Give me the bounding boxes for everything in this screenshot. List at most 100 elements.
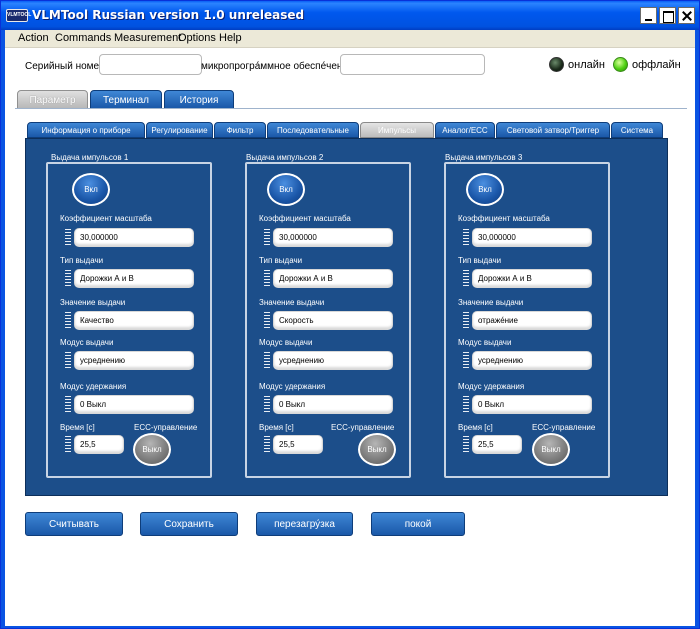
pulse-2-mode-label: Модус выдачи bbox=[259, 338, 313, 347]
pulse-2-value-field[interactable]: Скорость bbox=[273, 311, 393, 330]
pulse-3-mode-label: Модус выдачи bbox=[458, 338, 512, 347]
pulse-2-hold-label: Модус удержания bbox=[259, 382, 326, 391]
pulse-3-hold-field[interactable]: 0 Выкл bbox=[472, 395, 592, 414]
pulse-3-scale-field[interactable]: 30,000000 bbox=[472, 228, 592, 247]
close-button[interactable] bbox=[678, 7, 695, 24]
pulse-1-type-grip-icon bbox=[65, 270, 71, 287]
pulse-3-value-label: Значение выдачи bbox=[458, 298, 524, 307]
pulse-1-hold-grip-icon bbox=[65, 396, 71, 413]
serial-number-label: Серийный номер bbox=[25, 61, 105, 72]
pulse-3-type-label: Тип выдачи bbox=[458, 256, 502, 265]
subtab-light-barrier[interactable]: Световой затвор/Триггер bbox=[496, 122, 610, 138]
pulse-1-time-grip-icon bbox=[65, 436, 71, 453]
pulse-3-type-field[interactable]: Дорожки А и В bbox=[472, 269, 592, 288]
pulse-3-hold-grip-icon bbox=[463, 396, 469, 413]
pulse-2-mode-field[interactable]: усреднению bbox=[273, 351, 393, 370]
firmware-field[interactable] bbox=[340, 54, 485, 75]
pulse-3-ecc-label: ЕСС-управление bbox=[532, 423, 596, 432]
pulse-3-mode-grip-icon bbox=[463, 352, 469, 369]
pulse-1-enable-button[interactable]: Вкл bbox=[72, 173, 110, 206]
pulse-1-mode-grip-icon bbox=[65, 352, 71, 369]
pulse-1-ecc-label: ЕСС-управление bbox=[134, 423, 198, 432]
minimize-button[interactable] bbox=[640, 7, 657, 24]
tab-parameter[interactable]: Параметр bbox=[17, 90, 88, 109]
menu-bar: Action Commands Measurement Options Help bbox=[5, 30, 695, 48]
pulse-1-hold-label: Модус удержания bbox=[60, 382, 127, 391]
subtab-system[interactable]: Система bbox=[611, 122, 663, 138]
pulse-3-scale-grip-icon bbox=[463, 229, 469, 246]
subtab-device-info[interactable]: Информация о приборе bbox=[27, 122, 145, 138]
pulse-2-hold-grip-icon bbox=[264, 396, 270, 413]
pulse-2-scale-label: Коэффициент масштаба bbox=[259, 214, 351, 223]
subtab-serial[interactable]: Последовательные bbox=[267, 122, 359, 138]
subtab-regulation[interactable]: Регулирование bbox=[146, 122, 213, 138]
app-icon: VLMTOOL bbox=[6, 9, 31, 22]
menu-options[interactable]: Options bbox=[178, 32, 216, 44]
pulse-output-2-group: Вкл Коэффициент масштаба 30,000000 Тип в… bbox=[245, 162, 411, 478]
read-button[interactable]: Считывать bbox=[25, 512, 123, 536]
pulse-1-time-label: Время [с] bbox=[60, 423, 95, 432]
firmware-label: микропрогра́ммное обеспе́чение bbox=[201, 61, 354, 72]
pulse-3-time-field[interactable]: 25,5 bbox=[472, 435, 522, 454]
pulse-1-ecc-button[interactable]: Выкл bbox=[133, 433, 171, 466]
offline-led-icon bbox=[613, 57, 628, 72]
menu-commands[interactable]: Commands bbox=[55, 32, 111, 44]
app-window: VLMTOOL VLMTool Russian version 1.0 unre… bbox=[0, 0, 700, 629]
pulse-2-scale-grip-icon bbox=[264, 229, 270, 246]
pulse-2-value-label: Значение выдачи bbox=[259, 298, 325, 307]
pulse-3-enable-button[interactable]: Вкл bbox=[466, 173, 504, 206]
pulse-1-scale-label: Коэффициент масштаба bbox=[60, 214, 152, 223]
pulse-3-mode-field[interactable]: усреднению bbox=[472, 351, 592, 370]
online-led-icon bbox=[549, 57, 564, 72]
pulse-2-ecc-button[interactable]: Выкл bbox=[358, 433, 396, 466]
pulse-1-type-field[interactable]: Дорожки А и В bbox=[74, 269, 194, 288]
pulse-1-value-field[interactable]: Качество bbox=[74, 311, 194, 330]
pulse-output-1-title: Выдача импульсов 1 bbox=[51, 153, 129, 162]
reboot-button[interactable]: перезагру́зка bbox=[256, 512, 353, 536]
pulse-1-mode-field[interactable]: усреднению bbox=[74, 351, 194, 370]
pulse-3-value-field[interactable]: отраже́ние bbox=[472, 311, 592, 330]
pulse-3-type-grip-icon bbox=[463, 270, 469, 287]
pulse-2-scale-field[interactable]: 30,000000 bbox=[273, 228, 393, 247]
pulse-3-hold-label: Модус удержания bbox=[458, 382, 525, 391]
menu-measurement[interactable]: Measurement bbox=[114, 32, 181, 44]
pulse-2-hold-field[interactable]: 0 Выкл bbox=[273, 395, 393, 414]
subtab-filter[interactable]: Фильтр bbox=[214, 122, 266, 138]
save-button[interactable]: Сохранить bbox=[140, 512, 238, 536]
pulse-2-time-field[interactable]: 25,5 bbox=[273, 435, 323, 454]
rest-button[interactable]: покой bbox=[371, 512, 465, 536]
pulse-3-time-label: Время [с] bbox=[458, 423, 493, 432]
tab-divider bbox=[15, 108, 687, 109]
serial-number-field[interactable] bbox=[99, 54, 202, 75]
pulse-1-value-label: Значение выдачи bbox=[60, 298, 126, 307]
menu-help[interactable]: Help bbox=[219, 32, 242, 44]
offline-label: оффлайн bbox=[632, 59, 681, 71]
minimize-icon bbox=[641, 8, 656, 23]
pulse-2-ecc-label: ЕСС-управление bbox=[331, 423, 395, 432]
online-label: онлайн bbox=[568, 59, 605, 71]
device-info-row: Серийный номер микропрогра́ммное обеспе́… bbox=[5, 49, 695, 89]
pulse-3-ecc-button[interactable]: Выкл bbox=[532, 433, 570, 466]
client-area: Action Commands Measurement Options Help… bbox=[5, 30, 695, 626]
maximize-button[interactable] bbox=[659, 7, 676, 24]
pulse-output-3-title: Выдача импульсов 3 bbox=[445, 153, 523, 162]
pulse-2-time-label: Время [с] bbox=[259, 423, 294, 432]
title-bar[interactable]: VLMTOOL VLMTool Russian version 1.0 unre… bbox=[1, 1, 699, 30]
tab-history[interactable]: История bbox=[164, 90, 234, 109]
pulse-3-time-grip-icon bbox=[463, 436, 469, 453]
pulse-1-hold-field[interactable]: 0 Выкл bbox=[74, 395, 194, 414]
pulse-1-time-field[interactable]: 25,5 bbox=[74, 435, 124, 454]
pulse-1-type-label: Тип выдачи bbox=[60, 256, 104, 265]
tab-terminal[interactable]: Терминал bbox=[90, 90, 162, 109]
close-icon bbox=[679, 8, 694, 23]
pulse-output-2-title: Выдача импульсов 2 bbox=[246, 153, 324, 162]
subtab-analog-ecc[interactable]: Аналог/ЕСС bbox=[435, 122, 495, 138]
pulse-1-scale-field[interactable]: 30,000000 bbox=[74, 228, 194, 247]
pulse-1-mode-label: Модус выдачи bbox=[60, 338, 114, 347]
pulse-2-enable-button[interactable]: Вкл bbox=[267, 173, 305, 206]
pulse-3-scale-label: Коэффициент масштаба bbox=[458, 214, 550, 223]
subtab-pulses[interactable]: Импульсы bbox=[360, 122, 434, 138]
pulse-2-type-field[interactable]: Дорожки А и В bbox=[273, 269, 393, 288]
pulse-2-type-label: Тип выдачи bbox=[259, 256, 303, 265]
menu-action[interactable]: Action bbox=[18, 32, 49, 44]
